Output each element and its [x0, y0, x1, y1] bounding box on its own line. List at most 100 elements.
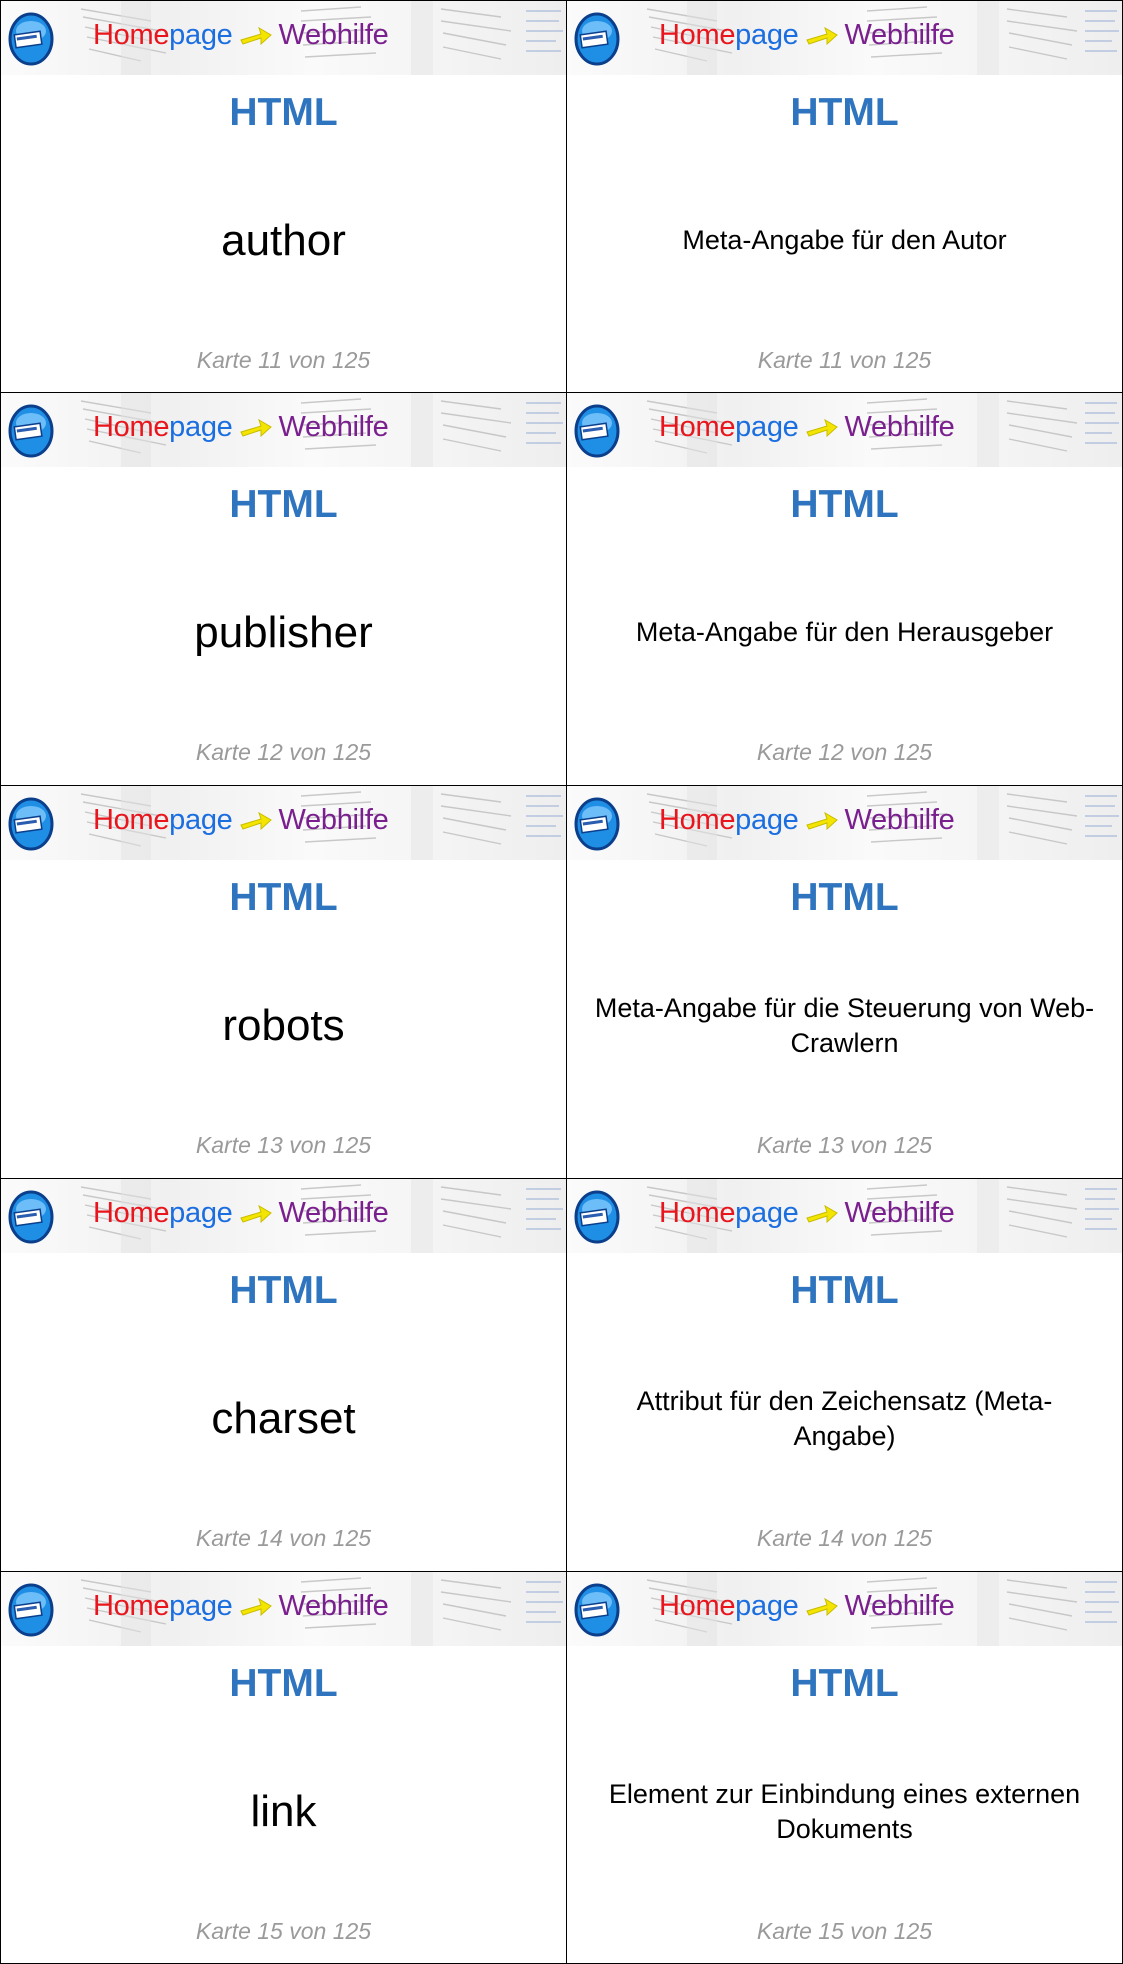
card-content: Meta-Angabe für den Autor	[567, 161, 1122, 321]
card-number: Karte 14 von 125	[195, 1525, 372, 1551]
arrow-icon	[239, 418, 272, 438]
card-number: Karte 12 von 125	[756, 739, 933, 765]
arrow-icon	[805, 418, 838, 438]
flashcard-front: Home page Webhilfe HTML link Karte 15 von…	[0, 1571, 567, 1964]
card-category-label: HTML	[790, 876, 899, 919]
card-content: publisher	[1, 553, 566, 713]
brand-webhilfe-text: Webhilfe	[844, 803, 955, 836]
homepage-logo-icon	[8, 12, 54, 66]
homepage-webhilfe-brand: Home page Webhilfe	[659, 407, 955, 447]
card-number: Karte 12 von 125	[195, 739, 372, 765]
homepage-webhilfe-brand: Home page Webhilfe	[659, 1586, 955, 1626]
card-number: Karte 11 von 125	[196, 347, 371, 373]
brand-webhilfe-text: Webhilfe	[278, 18, 389, 51]
flashcard-back: Home page Webhilfe HTML Attribut für den …	[566, 1178, 1123, 1572]
arrow-icon	[805, 1204, 838, 1224]
card-number: Karte 15 von 125	[756, 1918, 933, 1944]
card-number: Karte 11 von 125	[757, 347, 932, 373]
card-content: Meta-Angabe für den Herausgeber	[567, 553, 1122, 713]
card-term: author	[221, 216, 346, 265]
arrow-icon	[239, 26, 272, 46]
brand-webhilfe-text: Webhilfe	[278, 803, 389, 836]
brand-page-text: page	[735, 410, 799, 443]
flashcard-back: Home page Webhilfe HTML Meta-Angabe für d…	[566, 785, 1123, 1179]
arrow-icon	[805, 26, 838, 46]
homepage-webhilfe-brand: Home page Webhilfe	[93, 407, 389, 447]
brand-webhilfe-text: Webhilfe	[278, 1589, 389, 1622]
flashcard-back: Home page Webhilfe HTML Meta-Angabe für d…	[566, 0, 1123, 393]
brand-home-text: Home	[659, 1589, 736, 1622]
card-category-label: HTML	[229, 876, 338, 919]
arrow-icon	[239, 1597, 272, 1617]
brand-page-text: page	[735, 1196, 799, 1229]
homepage-logo-icon	[574, 12, 620, 66]
card-category-label: HTML	[229, 483, 338, 526]
homepage-webhilfe-brand: Home page Webhilfe	[659, 1193, 955, 1233]
brand-page-text: page	[169, 803, 233, 836]
homepage-webhilfe-brand: Home page Webhilfe	[659, 800, 955, 840]
homepage-logo-icon	[574, 404, 620, 458]
brand-home-text: Home	[659, 803, 736, 836]
homepage-logo-icon	[574, 1190, 620, 1244]
flashcard-front: Home page Webhilfe HTML robots Karte 13 v…	[0, 785, 567, 1179]
brand-page-text: page	[169, 1196, 233, 1229]
card-banner: Home page Webhilfe	[1, 786, 566, 860]
flashcard-back: Home page Webhilfe HTML Meta-Angabe für d…	[566, 392, 1123, 786]
card-number: Karte 15 von 125	[195, 1918, 372, 1944]
card-banner: Home page Webhilfe	[1, 1, 566, 75]
card-term: publisher	[194, 608, 373, 657]
flashcard-front: Home page Webhilfe HTML publisher Karte 1…	[0, 392, 567, 786]
brand-page-text: page	[169, 410, 233, 443]
card-category-label: HTML	[790, 91, 899, 134]
brand-page-text: page	[169, 1589, 233, 1622]
card-banner: Home page Webhilfe	[567, 1572, 1122, 1646]
card-category-label: HTML	[790, 1662, 899, 1705]
card-content: Element zur Einbindung eines externen Do…	[567, 1732, 1122, 1892]
brand-home-text: Home	[93, 803, 170, 836]
card-category-label: HTML	[229, 1269, 338, 1312]
card-banner: Home page Webhilfe	[567, 1179, 1122, 1253]
homepage-logo-icon	[8, 1190, 54, 1244]
arrow-icon	[805, 811, 838, 831]
homepage-webhilfe-brand: Home page Webhilfe	[93, 15, 389, 55]
brand-home-text: Home	[93, 18, 170, 51]
card-banner: Home page Webhilfe	[1, 1179, 566, 1253]
card-banner: Home page Webhilfe	[1, 1572, 566, 1646]
homepage-webhilfe-brand: Home page Webhilfe	[93, 1586, 389, 1626]
brand-webhilfe-text: Webhilfe	[844, 18, 955, 51]
card-number: Karte 13 von 125	[195, 1132, 372, 1158]
card-definition: Meta-Angabe für die Steuerung von Web-Cr…	[594, 992, 1095, 1058]
card-content: robots	[1, 946, 566, 1106]
card-term: charset	[211, 1394, 356, 1443]
flashcard-grid: Home page Webhilfe HTML author Karte 11 v…	[0, 0, 1123, 1964]
homepage-logo-icon	[574, 1583, 620, 1637]
homepage-logo-icon	[574, 797, 620, 851]
card-content: charset	[1, 1339, 566, 1499]
brand-home-text: Home	[659, 1196, 736, 1229]
flashcard-front: Home page Webhilfe HTML charset Karte 14 …	[0, 1178, 567, 1572]
card-category-label: HTML	[790, 1269, 899, 1312]
card-banner: Home page Webhilfe	[567, 786, 1122, 860]
card-banner: Home page Webhilfe	[567, 393, 1122, 467]
brand-webhilfe-text: Webhilfe	[278, 1196, 389, 1229]
brand-home-text: Home	[659, 18, 736, 51]
homepage-webhilfe-brand: Home page Webhilfe	[659, 15, 955, 55]
card-banner: Home page Webhilfe	[567, 1, 1122, 75]
homepage-logo-icon	[8, 404, 54, 458]
card-category-label: HTML	[229, 91, 338, 134]
brand-home-text: Home	[659, 410, 736, 443]
card-definition: Element zur Einbindung eines externen Do…	[608, 1778, 1081, 1844]
homepage-logo-icon	[8, 797, 54, 851]
card-content: author	[1, 161, 566, 321]
brand-page-text: page	[169, 18, 233, 51]
card-category-label: HTML	[790, 483, 899, 526]
card-number: Karte 13 von 125	[756, 1132, 933, 1158]
brand-webhilfe-text: Webhilfe	[844, 1589, 955, 1622]
arrow-icon	[239, 1204, 272, 1224]
card-category-label: HTML	[229, 1662, 338, 1705]
homepage-logo-icon	[8, 1583, 54, 1637]
flashcard-front: Home page Webhilfe HTML author Karte 11 v…	[0, 0, 567, 393]
arrow-icon	[805, 1597, 838, 1617]
card-number: Karte 14 von 125	[756, 1525, 933, 1551]
card-definition: Meta-Angabe für den Autor	[682, 225, 1007, 256]
